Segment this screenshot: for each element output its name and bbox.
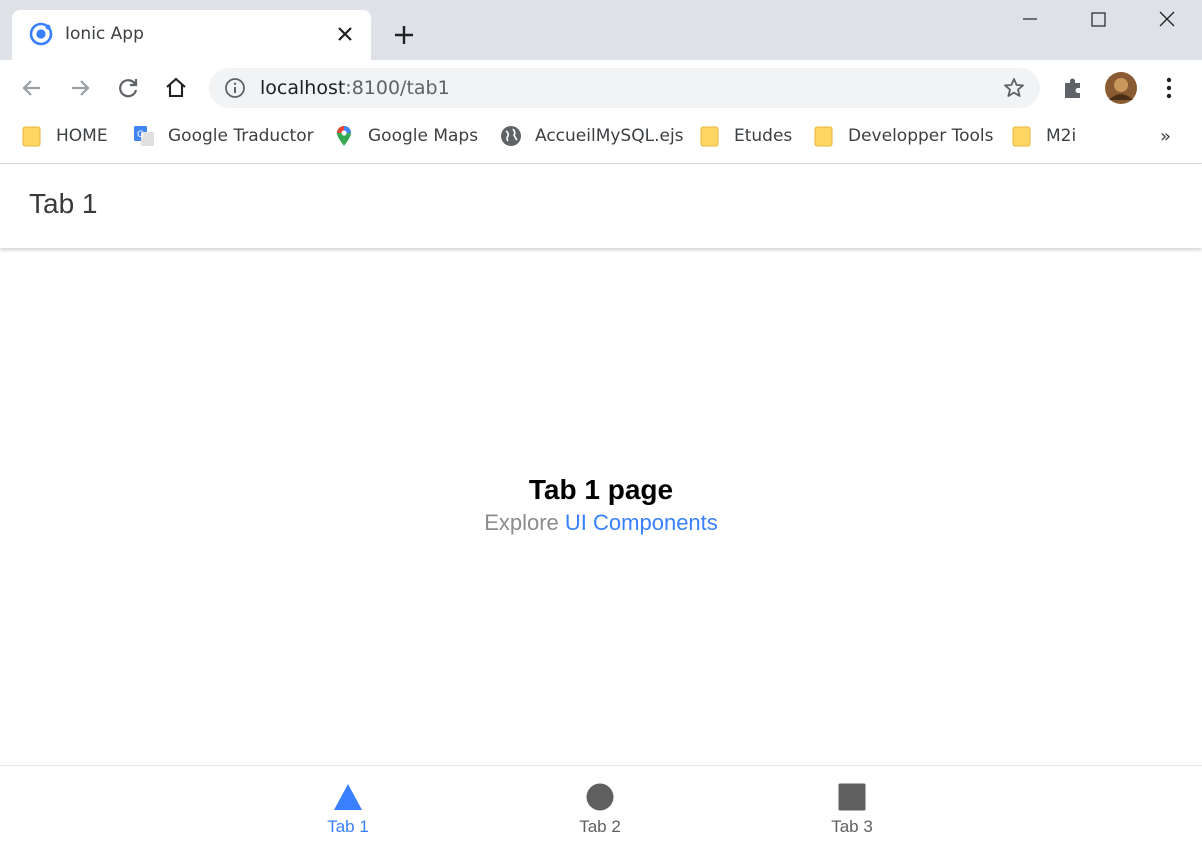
google-translate-icon: G (134, 126, 154, 146)
page-heading: Tab 1 page (528, 474, 674, 505)
bookmark-star-icon[interactable] (1002, 76, 1026, 100)
close-window-icon[interactable] (1147, 6, 1187, 36)
browser-menu-kebab-icon[interactable] (1155, 74, 1183, 102)
browser-titlebar: Ionic App (0, 0, 1202, 60)
square-icon (838, 783, 866, 811)
globe-icon (501, 126, 521, 146)
bookmark-accueilmysql[interactable]: AccueilMySQL.ejs (500, 124, 684, 148)
explore-container: Tab 1 page Explore UI Components (0, 472, 1202, 538)
home-icon[interactable] (162, 74, 190, 102)
tab-label: Tab 3 (831, 817, 873, 836)
bookmark-label: Google Maps (368, 126, 479, 146)
new-tab-plus-icon[interactable] (392, 23, 416, 47)
triangle-icon (334, 784, 362, 810)
folder-icon (1012, 126, 1031, 147)
tab-label: Tab 1 (327, 817, 369, 836)
bookmarks-bar: HOME G Google Traductor Google Maps Accu… (0, 116, 1202, 156)
chevron-double-right-icon: » (1160, 125, 1172, 147)
tab-button-tab3[interactable]: Tab 3 (726, 766, 978, 849)
folder-icon (700, 126, 719, 147)
tab-bar: Tab 1 Tab 2 Tab 3 (0, 765, 1202, 848)
url-path: :8100/tab1 (345, 77, 450, 99)
bookmark-label: Google Traductor (168, 126, 314, 146)
tab-button-tab1[interactable]: Tab 1 (222, 766, 474, 849)
bookmark-google-traductor[interactable]: G Google Traductor (133, 124, 314, 148)
bookmark-label: Developper Tools (848, 126, 994, 146)
svg-text:G: G (137, 130, 144, 140)
bookmark-label: M2i (1046, 126, 1077, 146)
ellipse-icon (586, 783, 614, 811)
bookmark-google-maps[interactable]: Google Maps (333, 124, 478, 148)
bookmarks-overflow-button[interactable]: » (1160, 124, 1171, 148)
folder-icon (814, 126, 833, 147)
bookmark-label: Etudes (734, 126, 793, 146)
tab-button-tab2[interactable]: Tab 2 (474, 766, 726, 849)
minimize-window-icon[interactable] (1010, 6, 1050, 36)
bookmark-developper-tools[interactable]: Developper Tools (813, 124, 994, 148)
reload-icon[interactable] (114, 74, 142, 102)
browser-tab-title: Ionic App (65, 24, 144, 44)
site-info-icon[interactable] (224, 77, 246, 99)
bookmark-label: HOME (56, 126, 108, 146)
url-text: localhost:8100/tab1 (260, 77, 450, 99)
ionic-favicon-icon (29, 22, 53, 46)
google-maps-icon (337, 126, 351, 146)
profile-avatar-icon[interactable] (1105, 72, 1137, 104)
bookmark-m2i[interactable]: M2i (1011, 124, 1076, 148)
extensions-puzzle-icon[interactable] (1059, 74, 1087, 102)
tab-label: Tab 2 (579, 817, 621, 836)
page-title: Tab 1 (29, 188, 98, 219)
url-host: localhost (260, 77, 346, 99)
explore-text: Explore UI Components (0, 508, 1202, 538)
bookmark-home[interactable]: HOME (21, 124, 108, 148)
address-bar[interactable]: localhost:8100/tab1 (209, 68, 1040, 108)
app-content: Tab 1 page Explore UI Components (0, 248, 1202, 765)
forward-arrow-icon[interactable] (66, 74, 94, 102)
bookmark-label: AccueilMySQL.ejs (535, 126, 684, 146)
folder-icon (22, 126, 41, 147)
browser-tab[interactable]: Ionic App (12, 10, 371, 60)
back-arrow-icon[interactable] (18, 74, 46, 102)
browser-toolbar: localhost:8100/tab1 (0, 60, 1202, 116)
maximize-window-icon[interactable] (1078, 6, 1118, 36)
bookmark-etudes[interactable]: Etudes (699, 124, 792, 148)
close-tab-icon[interactable] (335, 24, 355, 44)
ui-components-link[interactable]: UI Components (565, 510, 718, 535)
explore-prefix: Explore (484, 510, 565, 535)
app-header-toolbar: Tab 1 (0, 164, 1202, 248)
